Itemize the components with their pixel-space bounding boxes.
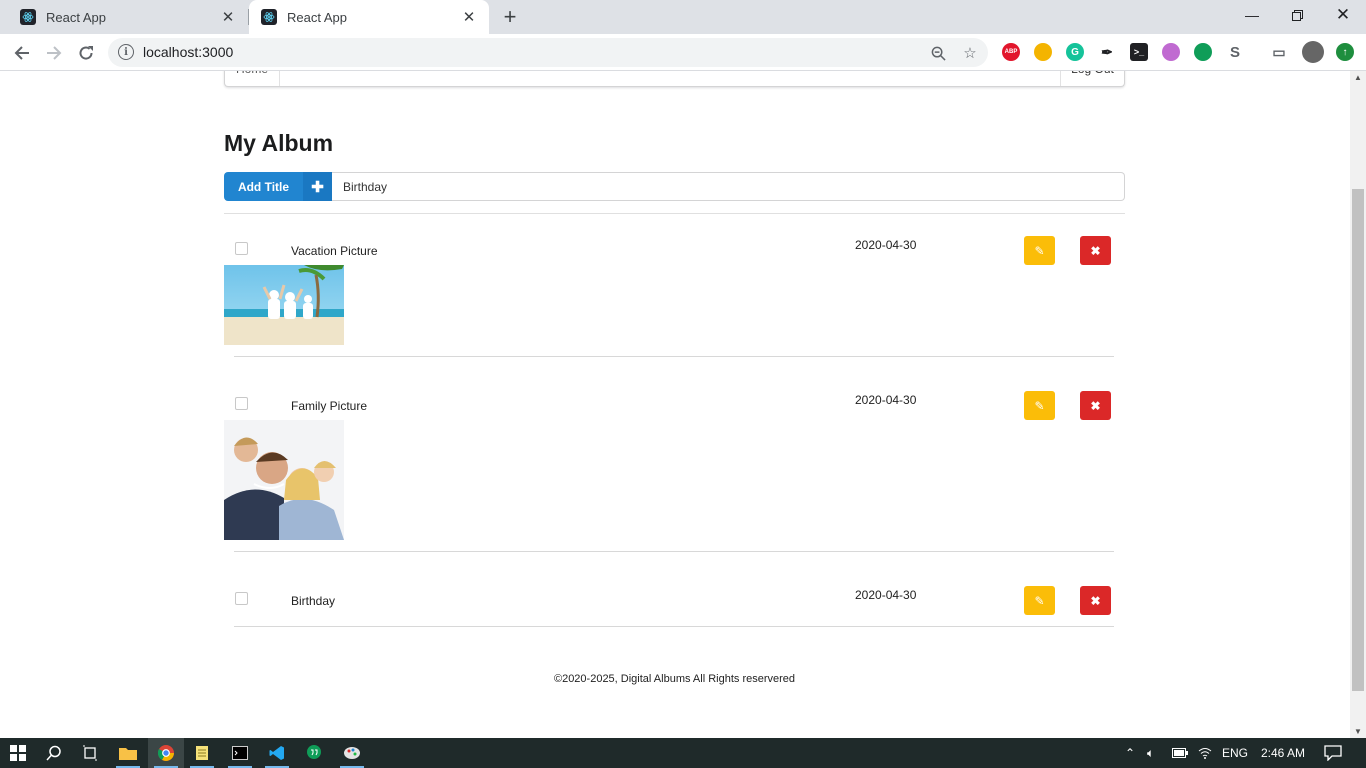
item-checkbox[interactable] (235, 397, 248, 410)
site-info-icon[interactable]: i (118, 44, 134, 60)
close-x-icon: ✖ (1090, 243, 1101, 258)
language-indicator[interactable]: ENG (1222, 738, 1248, 768)
notifications-icon[interactable] (1324, 738, 1342, 768)
home-menu-item[interactable]: Home (225, 71, 280, 86)
windows-start-icon[interactable] (0, 738, 36, 768)
back-arrow-icon[interactable] (8, 39, 36, 67)
page-viewport: Home Log Out My Album Add Title ✚ Vacati… (0, 71, 1350, 738)
close-x-icon: ✖ (1090, 593, 1101, 608)
grammarly-extension-icon[interactable]: G (1066, 43, 1084, 61)
tab-strip: React App ✕ React App ✕ + — ✕ (0, 0, 1366, 34)
color-picker-extension-icon[interactable]: ✒ (1098, 43, 1116, 61)
item-checkbox[interactable] (235, 592, 248, 605)
wifi-icon[interactable] (1198, 738, 1212, 768)
adblock-extension-icon[interactable]: ABP (1002, 43, 1020, 61)
file-explorer-icon[interactable] (110, 738, 146, 768)
s-extension-icon[interactable]: S (1226, 43, 1244, 61)
extension-icon[interactable] (1162, 43, 1180, 61)
task-view-icon[interactable] (72, 738, 108, 768)
volume-icon[interactable]: 🔈︎ (1147, 738, 1154, 768)
url-text: localhost:3000 (143, 44, 234, 60)
item-divider (234, 626, 1114, 627)
pencil-icon: ✎ (1034, 243, 1045, 258)
footer-copyright: ©2020-2025, Digital Albums All Rights re… (553, 673, 796, 685)
item-divider (234, 551, 1114, 552)
pencil-icon: ✎ (1034, 593, 1045, 608)
terminal-extension-icon[interactable]: >_ (1130, 43, 1148, 61)
delete-button[interactable]: ✖ (1080, 586, 1111, 615)
tab-title: React App (46, 9, 106, 25)
notepad-icon[interactable] (184, 738, 220, 768)
item-title: Family Picture (291, 399, 368, 413)
scrollbar-thumb[interactable] (1352, 189, 1364, 691)
bookmark-star-icon[interactable]: ☆ (960, 43, 980, 63)
delete-button[interactable]: ✖ (1080, 391, 1111, 420)
item-checkbox[interactable] (235, 242, 248, 255)
list-item: Family Picture 2020-04-30 ✎ ✖ (224, 369, 1125, 552)
page-scrollbar[interactable]: ▲ ▼ (1350, 71, 1366, 738)
browser-toolbar: i localhost:3000 ☆ ABP G ✒ >_ S ▭ ↑ (0, 34, 1366, 71)
edit-button[interactable]: ✎ (1024, 586, 1055, 615)
clock-time[interactable]: 2:46 AM (1261, 738, 1305, 768)
browser-tab-1[interactable]: React App ✕ (8, 0, 248, 34)
browser-tab-2[interactable]: React App ✕ (249, 0, 489, 34)
item-date: 2020-04-30 (855, 238, 917, 252)
profile-avatar[interactable] (1302, 41, 1324, 63)
title-input[interactable] (332, 172, 1125, 201)
cast-icon[interactable]: ▭ (1270, 43, 1288, 61)
item-title: Vacation Picture (291, 244, 378, 258)
address-bar[interactable]: i localhost:3000 ☆ (108, 38, 988, 67)
react-favicon-icon (261, 9, 277, 25)
pencil-icon: ✎ (1034, 398, 1045, 413)
paint-app-icon[interactable] (334, 738, 370, 768)
vacation-photo (224, 265, 344, 345)
edit-button[interactable]: ✎ (1024, 391, 1055, 420)
scroll-up-arrow-icon[interactable]: ▲ (1354, 73, 1362, 82)
plus-icon: ✚ (303, 172, 332, 201)
command-prompt-icon[interactable] (222, 738, 258, 768)
item-title: Birthday (291, 594, 336, 608)
vscode-icon[interactable] (259, 738, 295, 768)
add-title-bar: Add Title ✚ (224, 172, 1125, 201)
battery-icon[interactable] (1172, 738, 1188, 768)
item-date: 2020-04-30 (855, 588, 917, 602)
close-tab-icon[interactable]: ✕ (218, 7, 238, 27)
add-title-label: Add Title (237, 179, 290, 194)
zoom-icon[interactable] (928, 43, 948, 63)
close-x-icon: ✖ (1090, 398, 1101, 413)
drive-extension-icon[interactable] (1034, 43, 1052, 61)
list-item: Vacation Picture 2020-04-30 ✎ ✖ (224, 214, 1125, 357)
top-menu: Home Log Out (224, 71, 1125, 87)
logout-menu-item[interactable]: Log Out (1060, 71, 1124, 86)
delete-button[interactable]: ✖ (1080, 236, 1111, 265)
chrome-taskbar-icon[interactable] (148, 738, 184, 768)
window-close-icon[interactable]: ✕ (1320, 0, 1366, 30)
update-chrome-icon[interactable]: ↑ (1336, 43, 1354, 61)
minimize-icon[interactable]: — (1229, 0, 1275, 30)
new-tab-plus-icon[interactable]: + (498, 4, 522, 29)
item-divider (234, 356, 1114, 357)
tab-title: React App (287, 9, 347, 25)
page-title: My Album (224, 130, 334, 156)
evernote-extension-icon[interactable] (1194, 43, 1212, 61)
family-photo (224, 420, 344, 540)
react-favicon-icon (20, 9, 36, 25)
close-tab-icon[interactable]: ✕ (459, 7, 479, 27)
windows-taskbar: ⌃ 🔈︎ ENG 2:46 AM (0, 738, 1366, 768)
scroll-down-arrow-icon[interactable]: ▼ (1354, 727, 1362, 736)
restore-icon[interactable] (1274, 0, 1320, 30)
item-date: 2020-04-30 (855, 393, 917, 407)
hangouts-icon[interactable] (296, 738, 332, 768)
reload-icon[interactable] (72, 39, 100, 67)
add-title-button[interactable]: Add Title ✚ (224, 172, 332, 201)
list-item: Birthday 2020-04-30 ✎ ✖ (224, 564, 1125, 627)
show-hidden-icons-icon[interactable]: ⌃ (1125, 738, 1135, 768)
search-icon[interactable] (36, 738, 72, 768)
forward-arrow-icon[interactable] (40, 39, 68, 67)
edit-button[interactable]: ✎ (1024, 236, 1055, 265)
